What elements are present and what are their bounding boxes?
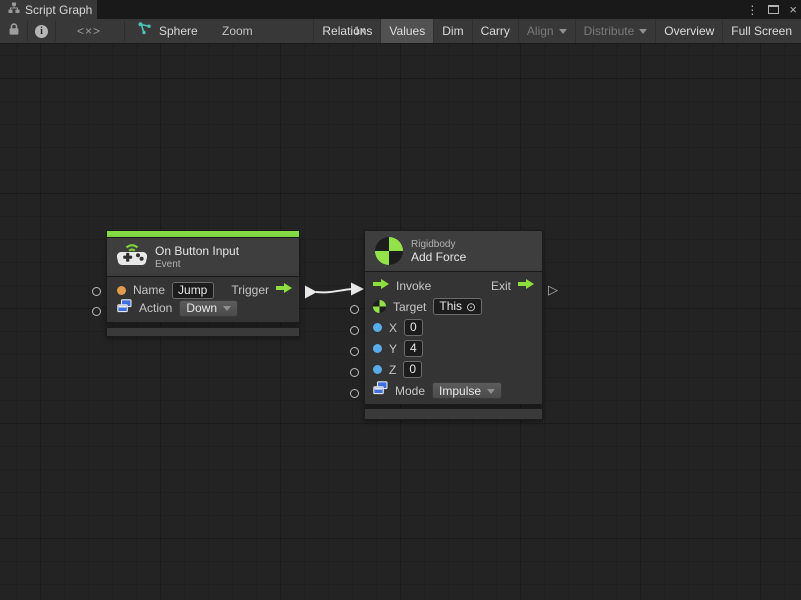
z-label: Z: [389, 363, 396, 377]
on-button-input-node[interactable]: On Button Input Event Name Jump Trigger: [106, 230, 300, 337]
x-input-port[interactable]: [350, 326, 359, 335]
add-force-node[interactable]: Rigidbody Add Force Invoke Exit: [364, 230, 543, 420]
target-field[interactable]: This ⊙: [433, 298, 482, 315]
name-row: Name Jump Trigger: [107, 281, 299, 299]
y-input[interactable]: 4: [404, 340, 423, 357]
force-node-title: Add Force: [411, 250, 466, 264]
breadcrumb[interactable]: <×>: [56, 19, 122, 43]
breadcrumb-graph[interactable]: Sphere: [138, 19, 218, 43]
y-row: Y 4: [365, 339, 542, 358]
list-output-icon[interactable]: ▷: [548, 283, 558, 296]
info-icon: i: [35, 25, 48, 38]
distribute-dropdown: Distribute: [575, 19, 656, 43]
float-port-icon[interactable]: [373, 365, 382, 374]
zoom-label: Zoom: [222, 19, 253, 43]
z-input-port[interactable]: [350, 368, 359, 377]
target-input-port[interactable]: [350, 305, 359, 314]
graph-canvas[interactable]: On Button Input Event Name Jump Trigger: [0, 44, 801, 600]
invoke-input-port[interactable]: [373, 277, 389, 295]
force-node-supertitle: Rigidbody: [411, 239, 466, 250]
graph-name-label: Sphere: [159, 24, 198, 38]
lock-icon: [7, 22, 21, 41]
trigger-label: Trigger: [231, 283, 269, 297]
action-dropdown[interactable]: Down: [179, 300, 238, 317]
graph-asset-icon: [138, 22, 152, 40]
dim-button[interactable]: Dim: [433, 19, 471, 43]
maximize-icon[interactable]: [768, 5, 779, 14]
enum-icon: [373, 381, 388, 400]
x-label: X: [389, 321, 397, 335]
event-node-body: Name Jump Trigger: [106, 277, 300, 323]
string-port-icon[interactable]: [117, 286, 126, 295]
relations-button[interactable]: Relations: [313, 19, 380, 43]
mode-row: Mode Impulse: [365, 381, 542, 400]
values-button[interactable]: Values: [380, 19, 433, 43]
rigidbody-icon: [375, 237, 403, 265]
rigidbody-type-icon: [373, 300, 386, 313]
event-color-bar: [106, 230, 300, 237]
tab-title: Script Graph: [25, 3, 92, 17]
mode-label: Mode: [395, 384, 425, 398]
float-port-icon[interactable]: [373, 344, 382, 353]
tab-script-graph[interactable]: Script Graph: [0, 0, 97, 19]
name-input[interactable]: Jump: [172, 282, 214, 299]
tab-bar: Script Graph ⋮ ×: [0, 0, 801, 19]
chevron-down-icon: [487, 389, 495, 394]
trigger-output-port[interactable]: [276, 281, 292, 299]
force-node-body: Invoke Exit Target This ⊙: [364, 272, 543, 405]
lock-button[interactable]: [0, 19, 27, 43]
x-row: X 0: [365, 318, 542, 337]
z-row: Z 0: [365, 360, 542, 379]
align-dropdown: Align: [518, 19, 575, 43]
script-breadcrumb-icon: <×>: [77, 24, 101, 38]
window-menu-icon[interactable]: ⋮: [746, 4, 758, 16]
invoke-label: Invoke: [396, 279, 431, 293]
mode-input-port[interactable]: [350, 389, 359, 398]
force-node-footer: [364, 408, 543, 420]
event-node-title: On Button Input: [155, 244, 239, 258]
chevron-down-icon: [639, 29, 647, 34]
object-picker-icon[interactable]: ⊙: [466, 301, 476, 313]
graph-hierarchy-icon: [8, 1, 20, 19]
target-label: Target: [393, 300, 426, 314]
inspect-button[interactable]: i: [28, 19, 55, 43]
toolbar-buttons: Relations Values Dim Carry Align Distrib…: [313, 19, 800, 43]
fullscreen-button[interactable]: Full Screen: [722, 19, 800, 43]
mode-dropdown[interactable]: Impulse: [432, 382, 502, 399]
y-input-port[interactable]: [350, 347, 359, 356]
action-input-port[interactable]: [92, 307, 101, 316]
x-input[interactable]: 0: [404, 319, 423, 336]
event-node-footer: [106, 327, 300, 337]
graph-toolbar: i <×> Sphere Zoom 1x Relations: [0, 19, 801, 44]
exit-output-port[interactable]: [518, 277, 534, 295]
action-row: Action Down: [107, 299, 299, 317]
name-input-port[interactable]: [92, 287, 101, 296]
close-icon[interactable]: ×: [789, 3, 797, 16]
event-node-header[interactable]: On Button Input Event: [106, 237, 300, 277]
y-label: Y: [389, 342, 397, 356]
event-node-subtitle: Event: [155, 259, 239, 270]
name-label: Name: [133, 283, 165, 297]
float-port-icon[interactable]: [373, 323, 382, 332]
gamepad-icon: [117, 241, 147, 273]
toolbar-separator: [124, 21, 125, 41]
force-node-header[interactable]: Rigidbody Add Force: [364, 230, 543, 272]
target-row: Target This ⊙: [365, 297, 542, 316]
chevron-down-icon: [223, 306, 231, 311]
overview-button[interactable]: Overview: [655, 19, 722, 43]
invoke-row: Invoke Exit: [365, 276, 542, 295]
window-controls: ⋮ ×: [746, 0, 797, 19]
enum-icon: [117, 299, 132, 318]
script-graph-window: Script Graph ⋮ × i <×>: [0, 0, 801, 600]
z-input[interactable]: 0: [403, 361, 422, 378]
chevron-down-icon: [559, 29, 567, 34]
exit-label: Exit: [491, 279, 511, 293]
action-label: Action: [139, 301, 172, 315]
carry-button[interactable]: Carry: [472, 19, 518, 43]
